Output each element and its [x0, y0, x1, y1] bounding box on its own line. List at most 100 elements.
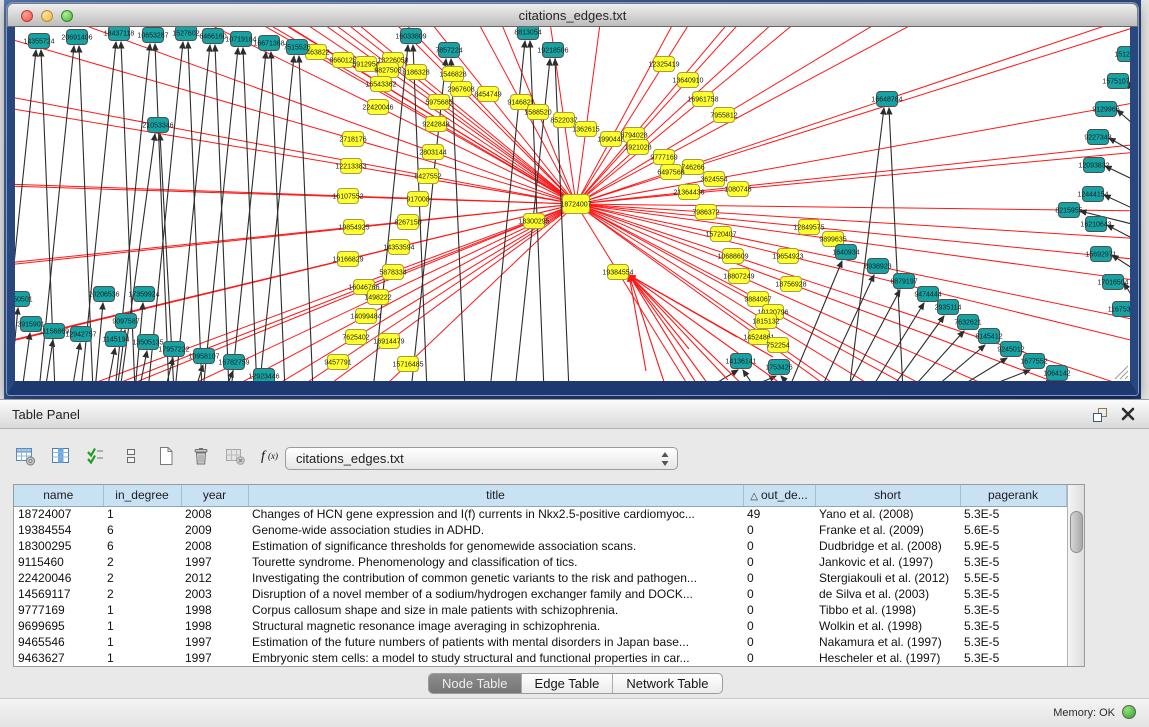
graph-node[interactable]: 7632621: [954, 315, 981, 330]
tab-network-table[interactable]: Network Table: [612, 674, 721, 693]
graph-node[interactable]: 1850501: [15, 292, 33, 307]
graph-node[interactable]: 10958107: [188, 349, 219, 364]
graph-node[interactable]: 1080748: [724, 182, 751, 197]
graph-node[interactable]: 9457791: [324, 355, 351, 370]
graph-node[interactable]: 7986372: [692, 205, 719, 220]
vertical-scrollbar[interactable]: [1067, 485, 1085, 666]
graph-node[interactable]: 2803144: [419, 145, 446, 160]
graph-node[interactable]: 8427552: [414, 169, 441, 184]
graph-node[interactable]: 18724007: [560, 195, 591, 214]
graph-node[interactable]: 6466160: [199, 29, 226, 44]
graph-node[interactable]: 15716485: [392, 357, 423, 372]
graph-node[interactable]: 15720407: [705, 227, 736, 242]
graph-node[interactable]: 16782759: [218, 355, 249, 370]
graph-node[interactable]: 3624554: [700, 172, 727, 187]
graph-node[interactable]: 20206536: [88, 287, 119, 302]
graph-node[interactable]: 14355724: [23, 34, 54, 49]
scrollbar-thumb[interactable]: [1070, 511, 1083, 553]
graph-node[interactable]: 1145194: [103, 332, 130, 347]
tab-node-table[interactable]: Node Table: [429, 674, 521, 693]
graph-node[interactable]: 7857224: [435, 43, 462, 58]
graph-node[interactable]: 8215955: [1055, 203, 1082, 218]
graph-node[interactable]: 10719184: [225, 32, 256, 47]
graph-node[interactable]: 2967608: [447, 82, 474, 97]
citation-network-graph[interactable]: 1872400718300295193845542718176122133831…: [15, 27, 1130, 381]
graph-node[interactable]: 12213383: [335, 159, 366, 174]
graph-node[interactable]: 12325419: [648, 57, 679, 72]
graph-node[interactable]: 17359924: [128, 287, 159, 302]
graph-node[interactable]: 9827508: [374, 63, 401, 78]
graph-node[interactable]: 12923446: [248, 369, 279, 382]
table-row[interactable]: 946362711997Embryonic stem cells: a mode…: [14, 650, 1066, 666]
create-column-button[interactable]: [154, 446, 178, 470]
resize-grip[interactable]: [1115, 366, 1128, 379]
graph-node[interactable]: 16107552: [332, 189, 363, 204]
close-panel-icon[interactable]: [1119, 405, 1137, 423]
graph-node[interactable]: 7955812: [710, 108, 737, 123]
graph-node[interactable]: 8938923: [864, 259, 891, 274]
delete-table-button[interactable]: [224, 446, 248, 470]
table-row[interactable]: 1456911722003Disruption of a novel membe…: [14, 586, 1066, 602]
graph-node[interactable]: 9129966: [1092, 102, 1119, 117]
graph-node[interactable]: 9242848: [422, 117, 449, 132]
graph-node[interactable]: 917008: [406, 192, 429, 207]
graph-node[interactable]: 14136141: [725, 354, 756, 369]
graph-node[interactable]: 21364436: [673, 185, 704, 200]
select-rows-button[interactable]: [84, 446, 108, 470]
graph-node[interactable]: 12849575: [793, 220, 824, 235]
graph-node[interactable]: 8186328: [402, 65, 429, 80]
graph-node[interactable]: 16543362: [365, 77, 396, 92]
tab-edge-table[interactable]: Edge Table: [521, 674, 613, 693]
table-row[interactable]: 911546021997Tourette syndrome. Phenomeno…: [14, 554, 1066, 570]
graph-node[interactable]: 13640910: [672, 73, 703, 88]
function-builder-button[interactable]: f(x): [259, 446, 283, 470]
graph-node[interactable]: 1677552: [1020, 354, 1047, 369]
graph-node[interactable]: 19654923: [772, 249, 803, 264]
graph-node[interactable]: 9245012: [997, 342, 1024, 357]
graph-node[interactable]: 10688609: [717, 249, 748, 264]
graph-node[interactable]: 21053346: [142, 118, 173, 133]
graph-node[interactable]: 1588520: [524, 105, 551, 120]
graph-node[interactable]: 6879197: [890, 274, 917, 289]
column-header-year[interactable]: year: [181, 485, 248, 506]
graph-node[interactable]: 19854925: [338, 220, 369, 235]
graph-node[interactable]: 5975685: [425, 95, 452, 110]
network-canvas[interactable]: 1872400718300295193845542718176122133831…: [7, 27, 1138, 395]
graph-node[interactable]: 8267150: [394, 215, 421, 230]
column-header-title[interactable]: title: [248, 485, 743, 506]
table-row[interactable]: 969969511998Structural magnetic resonanc…: [14, 618, 1066, 634]
table-row[interactable]: 946554611997Estimation of the future num…: [14, 634, 1066, 650]
window-titlebar[interactable]: citations_edges.txt: [7, 3, 1138, 27]
graph-node[interactable]: 12444154: [1077, 187, 1108, 202]
show-columns-button[interactable]: [49, 446, 73, 470]
table-row[interactable]: 1938455462009Genome-wide association stu…: [14, 522, 1066, 538]
graph-node[interactable]: 752254: [766, 338, 789, 353]
graph-node[interactable]: 16961758: [687, 92, 718, 107]
column-functions-button[interactable]: [14, 446, 38, 470]
graph-node[interactable]: 8145412: [975, 329, 1002, 344]
graph-node[interactable]: 5878334: [379, 265, 406, 280]
graph-node[interactable]: 2718176: [339, 132, 366, 147]
graph-node[interactable]: 9474444: [914, 287, 941, 302]
graph-node[interactable]: 1815132: [752, 314, 779, 329]
graph-node[interactable]: 16210643: [1080, 217, 1111, 232]
float-panel-icon[interactable]: [1091, 406, 1109, 424]
graph-node[interactable]: 1640934: [832, 245, 859, 260]
graph-node[interactable]: 16648784: [871, 92, 902, 107]
column-header-out_de[interactable]: △out_de...: [743, 485, 815, 506]
column-header-pagerank[interactable]: pagerank: [960, 485, 1066, 506]
column-header-in_degree[interactable]: in_degree: [103, 485, 181, 506]
graph-node[interactable]: 8813054: [514, 27, 541, 40]
graph-node[interactable]: 1512304: [1114, 47, 1130, 62]
graph-node[interactable]: 1064142: [1043, 366, 1070, 381]
graph-node[interactable]: 7515526: [283, 40, 310, 55]
table-selector-dropdown[interactable]: citations_edges.txt: [285, 447, 678, 470]
memory-status-icon[interactable]: [1122, 705, 1136, 719]
graph-node[interactable]: 7625402: [342, 330, 369, 345]
column-header-name[interactable]: name: [14, 485, 103, 506]
graph-node[interactable]: 9777169: [650, 150, 677, 165]
graph-node[interactable]: 1527602: [172, 27, 199, 41]
delete-column-button[interactable]: [189, 446, 213, 470]
graph-node[interactable]: 1498222: [364, 290, 391, 305]
row-height-button[interactable]: [119, 446, 143, 470]
